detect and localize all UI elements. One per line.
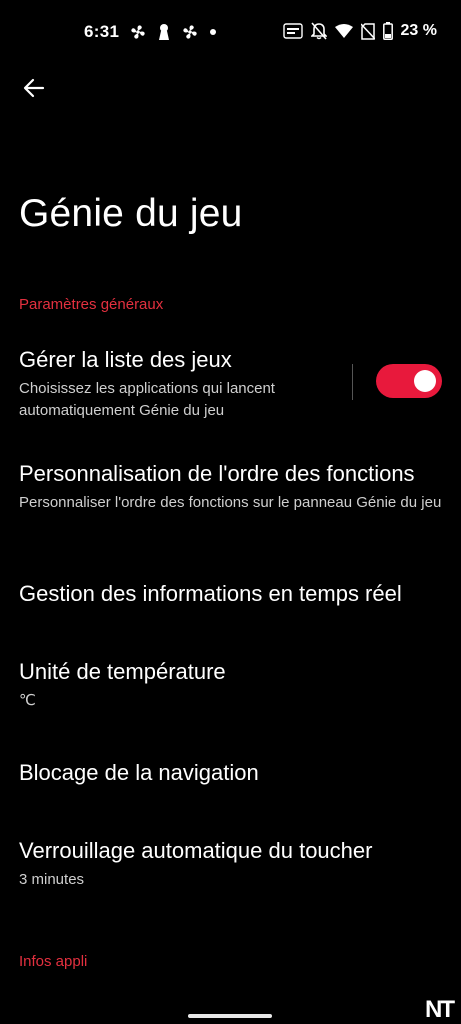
back-button[interactable] — [18, 72, 50, 104]
game-list-toggle[interactable] — [376, 364, 442, 398]
manage-game-list-subtitle: Choisissez les applications qui lancent … — [19, 380, 275, 419]
keyhole-icon — [157, 23, 171, 41]
navigation-lock-item[interactable]: Blocage de la navigation — [19, 759, 444, 787]
notification-dot-icon — [209, 28, 217, 36]
touch-autolock-value: 3 minutes — [19, 871, 85, 888]
function-order-title: Personnalisation de l'ordre des fonction… — [19, 461, 415, 486]
battery-percentage: 23 % — [400, 22, 437, 39]
temperature-unit-item[interactable]: Unité de température ℃ — [19, 658, 444, 712]
status-bar: 6:31 23 % — [0, 0, 461, 66]
temperature-unit-title: Unité de température — [19, 659, 226, 684]
status-bar-right: 23 % — [282, 22, 437, 40]
manage-game-list-item[interactable]: Gérer la liste des jeux Choisissez les a… — [19, 346, 339, 422]
page-title: Génie du jeu — [19, 192, 243, 235]
wifi-icon — [334, 23, 353, 39]
toggle-divider — [352, 364, 353, 400]
auto-hd-icon — [282, 23, 303, 39]
battery-icon — [382, 22, 393, 40]
navigation-lock-title: Blocage de la navigation — [19, 760, 259, 785]
realtime-info-title: Gestion des informations en temps réel — [19, 581, 402, 606]
realtime-info-item[interactable]: Gestion des informations en temps réel — [19, 580, 444, 608]
toggle-knob — [414, 370, 436, 392]
bell-off-icon — [310, 22, 327, 40]
section-header-app-info: Infos appli — [19, 953, 88, 970]
temperature-unit-value: ℃ — [19, 692, 36, 709]
section-header-general: Paramètres généraux — [19, 296, 164, 313]
manage-game-list-title: Gérer la liste des jeux — [19, 347, 232, 372]
fan-icon — [129, 23, 147, 41]
function-order-subtitle: Personnaliser l'ordre des fonctions sur … — [19, 494, 442, 511]
watermark-logo: NT — [425, 996, 455, 1023]
fan-icon-2 — [181, 23, 199, 41]
arrow-left-icon — [23, 77, 45, 99]
gesture-nav-handle[interactable] — [188, 1014, 272, 1018]
touch-autolock-title: Verrouillage automatique du toucher — [19, 838, 373, 863]
status-time: 6:31 — [84, 22, 120, 41]
status-bar-left: 6:31 — [84, 22, 217, 42]
touch-autolock-item[interactable]: Verrouillage automatique du toucher 3 mi… — [19, 837, 444, 891]
no-sim-icon — [360, 22, 375, 40]
function-order-item[interactable]: Personnalisation de l'ordre des fonction… — [19, 460, 444, 514]
